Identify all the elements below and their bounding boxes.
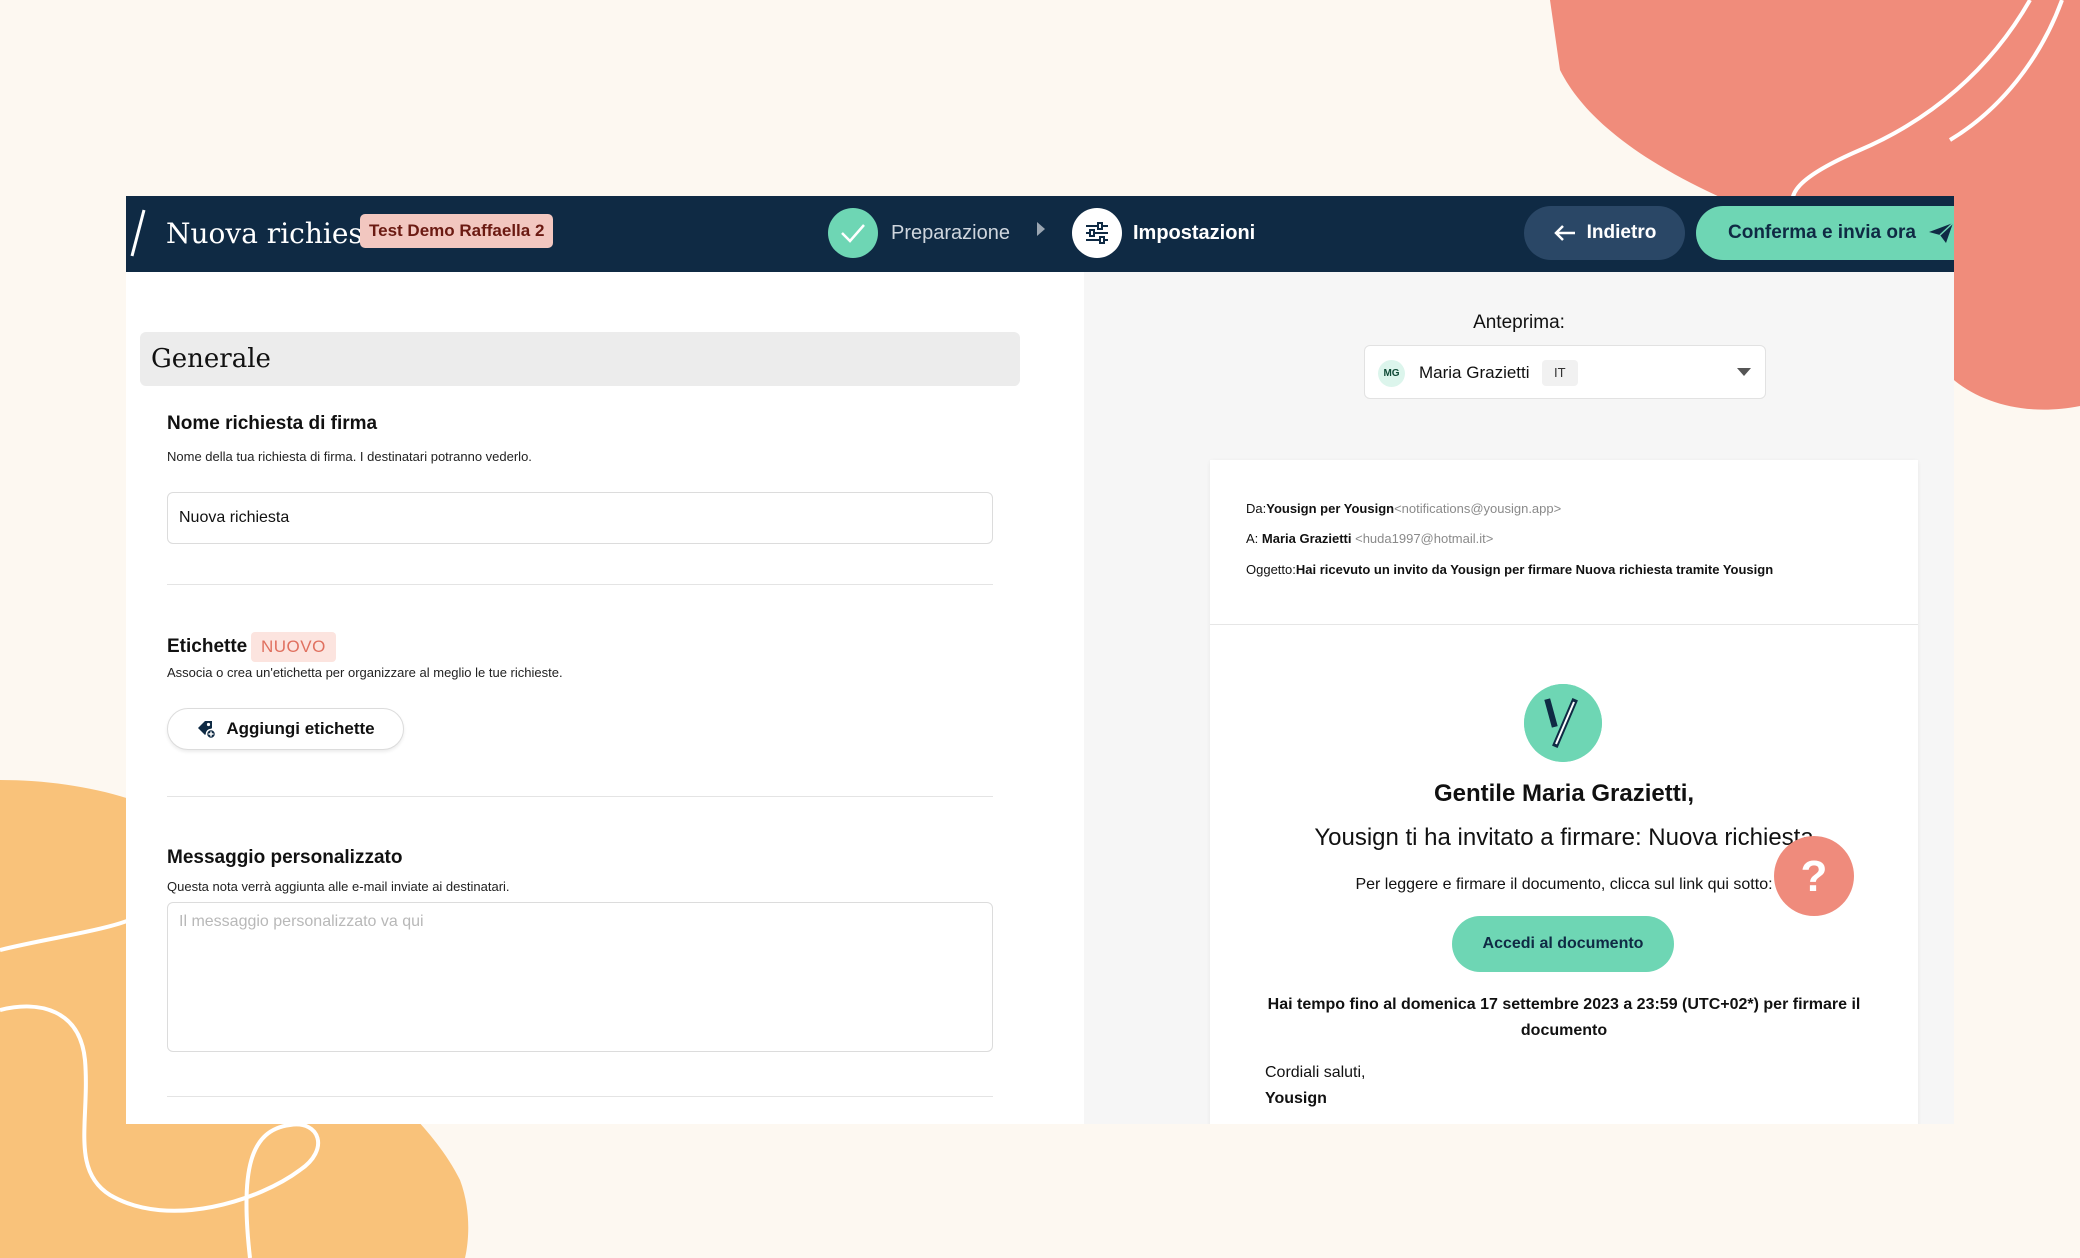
labels-title: Etichette	[167, 636, 248, 657]
step-impostazioni-indicator	[1072, 208, 1122, 258]
section-title: Generale	[151, 344, 271, 374]
labels-description: Associa o crea un'etichetta per organizz…	[167, 665, 563, 680]
email-regards: Cordiali saluti,	[1265, 1064, 1366, 1081]
caret-down-icon	[1737, 368, 1751, 376]
step-impostazioni-label: Impostazioni	[1133, 222, 1256, 244]
email-deadline: Hai tempo fino al domenica 17 settembre …	[1267, 996, 1861, 1039]
from-label: Da:	[1246, 501, 1267, 516]
step-preparazione-indicator[interactable]	[828, 208, 878, 258]
divider	[167, 1096, 993, 1097]
confirm-send-button[interactable]: Conferma e invia ora	[1696, 206, 1954, 260]
arrow-left-icon	[1553, 225, 1575, 241]
recipient-select[interactable]: MG Maria Grazietti IT	[1364, 345, 1766, 399]
email-preview-panel: Anteprima: MG Maria Grazietti IT Da:Yous…	[1084, 272, 1954, 1124]
add-labels-button[interactable]: Aggiungi etichette	[167, 708, 404, 750]
access-document-button[interactable]: Accedi al documento	[1452, 916, 1674, 972]
settings-sliders-icon	[1086, 222, 1108, 244]
email-header: Da:Yousign per Yousign<notifications@you…	[1210, 460, 1918, 625]
email-subject: Oggetto:Hai ricevuto un invito da Yousig…	[1246, 561, 1773, 579]
custom-message-title: Messaggio personalizzato	[167, 847, 403, 868]
app-window: Nuova richiesta Test Demo Raffaella 2 Pr…	[126, 196, 1954, 1124]
from-name: Yousign per Yousign	[1266, 501, 1395, 516]
recipient-name: Maria Grazietti	[1419, 363, 1530, 382]
preview-label: Anteprima:	[1473, 312, 1565, 333]
step-separator-icon	[1037, 222, 1045, 236]
divider	[167, 584, 993, 585]
confirm-send-label: Conferma e invia ora	[1728, 222, 1916, 243]
check-icon	[841, 224, 865, 243]
step-preparazione-label[interactable]: Preparazione	[891, 218, 1010, 248]
subject-text: Hai ricevuto un invito da Yousign per fi…	[1295, 562, 1774, 577]
section-header-generale: Generale	[140, 332, 1020, 386]
top-bar: Nuova richiesta Test Demo Raffaella 2 Pr…	[126, 196, 1954, 272]
tag-add-icon	[198, 721, 217, 739]
avatar: MG	[1378, 360, 1405, 387]
page-title: Nuova richiesta	[166, 217, 391, 250]
request-name-input[interactable]: Nuova richiesta	[167, 492, 993, 544]
back-button[interactable]: Indietro	[1524, 206, 1685, 260]
help-button[interactable]: ?	[1774, 836, 1854, 916]
to-name: Maria Grazietti	[1261, 531, 1352, 546]
yousign-logo	[1524, 684, 1602, 762]
custom-message-description: Questa nota verrà aggiunta alle e-mail i…	[167, 879, 510, 894]
new-badge: NUOVO	[251, 632, 336, 662]
to-address: <huda1997@hotmail.it>	[1351, 531, 1494, 546]
divider	[167, 796, 993, 797]
back-button-label: Indietro	[1586, 222, 1657, 243]
email-from: Da:Yousign per Yousign<notifications@you…	[1246, 500, 1561, 518]
email-greeting: Gentile Maria Grazietti,	[1433, 780, 1695, 807]
subject-label: Oggetto:	[1246, 562, 1296, 577]
email-preview-card: Da:Yousign per Yousign<notifications@you…	[1210, 460, 1918, 1124]
custom-message-textarea[interactable]: Il messaggio personalizzato va qui	[167, 902, 993, 1052]
workspace-badge: Test Demo Raffaella 2	[360, 214, 554, 248]
from-address: <notifications@yousign.app>	[1394, 501, 1562, 516]
request-name-description: Nome della tua richiesta di firma. I des…	[167, 449, 532, 464]
email-signature: Yousign	[1265, 1090, 1327, 1107]
language-chip: IT	[1542, 360, 1578, 386]
add-labels-label: Aggiungi etichette	[226, 719, 375, 738]
email-to: A: Maria Grazietti <huda1997@hotmail.it>	[1246, 530, 1493, 548]
to-label: A:	[1246, 531, 1262, 546]
send-plane-icon	[1928, 222, 1954, 243]
logo-icon	[130, 209, 146, 257]
request-name-title: Nome richiesta di firma	[167, 413, 378, 434]
